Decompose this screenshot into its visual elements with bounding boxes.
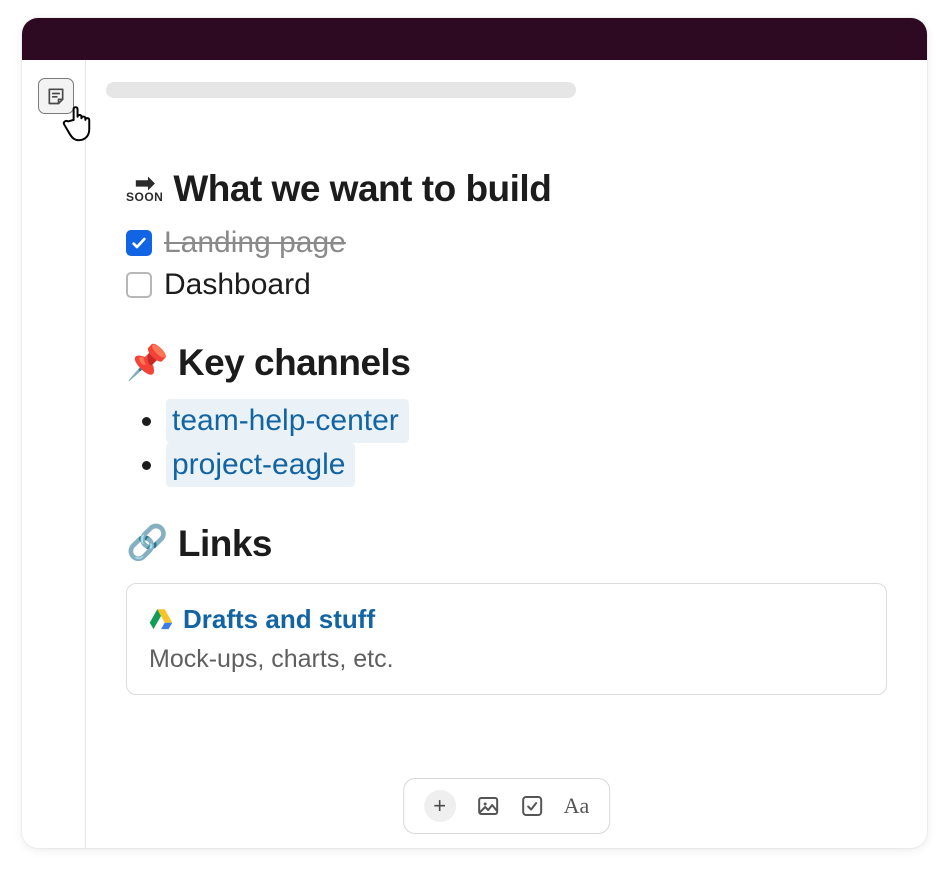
checkbox-icon	[520, 794, 544, 818]
heading-channels: 📌 Key channels	[126, 340, 887, 386]
list-item: project-eagle	[166, 443, 887, 487]
soon-emoji: ➡ SOON	[126, 176, 163, 203]
link-card-drafts[interactable]: Drafts and stuff Mock-ups, charts, etc.	[126, 583, 887, 695]
canvas-note-button[interactable]	[38, 78, 74, 114]
link-card-title-text: Drafts and stuff	[183, 604, 375, 635]
app-window: ➡ SOON What we want to build Landing pag…	[22, 18, 927, 848]
main-content-area: ➡ SOON What we want to build Landing pag…	[86, 60, 927, 848]
checkbox-dashboard[interactable]	[126, 272, 152, 298]
checklist-item: Landing page	[126, 222, 887, 264]
heading-build-text: What we want to build	[173, 166, 551, 212]
channel-list: team-help-center project-eagle	[126, 399, 887, 487]
titlebar	[22, 18, 927, 60]
title-input-placeholder[interactable]	[106, 82, 576, 98]
link-icon: 🔗	[126, 522, 168, 565]
heading-channels-text: Key channels	[178, 340, 411, 386]
link-card-description: Mock-ups, charts, etc.	[149, 645, 864, 674]
channel-link-help-center[interactable]: team-help-center	[166, 399, 409, 443]
pushpin-icon: 📌	[126, 342, 168, 385]
heading-links-text: Links	[178, 521, 272, 567]
document-content: ➡ SOON What we want to build Landing pag…	[86, 98, 927, 695]
heading-links: 🔗 Links	[126, 521, 887, 567]
checklist-button[interactable]	[520, 794, 544, 818]
floating-toolbar: + Aa	[403, 778, 611, 834]
channel-link-project-eagle[interactable]: project-eagle	[166, 443, 355, 487]
checkbox-landing-page[interactable]	[126, 230, 152, 256]
image-button[interactable]	[476, 794, 500, 818]
checklist-label[interactable]: Dashboard	[164, 268, 311, 302]
body-area: ➡ SOON What we want to build Landing pag…	[22, 60, 927, 848]
link-card-title: Drafts and stuff	[149, 604, 864, 635]
add-button[interactable]: +	[424, 790, 456, 822]
checklist-label[interactable]: Landing page	[164, 226, 346, 260]
checkmark-icon	[131, 235, 147, 251]
list-item: team-help-center	[166, 399, 887, 443]
text-format-button[interactable]: Aa	[564, 793, 590, 819]
checklist-item: Dashboard	[126, 264, 887, 306]
note-icon	[46, 86, 66, 106]
google-drive-icon	[149, 608, 173, 630]
heading-build: ➡ SOON What we want to build	[126, 166, 887, 212]
build-checklist: Landing page Dashboard	[126, 222, 887, 306]
sidebar-gutter	[22, 60, 86, 848]
image-icon	[476, 794, 500, 818]
